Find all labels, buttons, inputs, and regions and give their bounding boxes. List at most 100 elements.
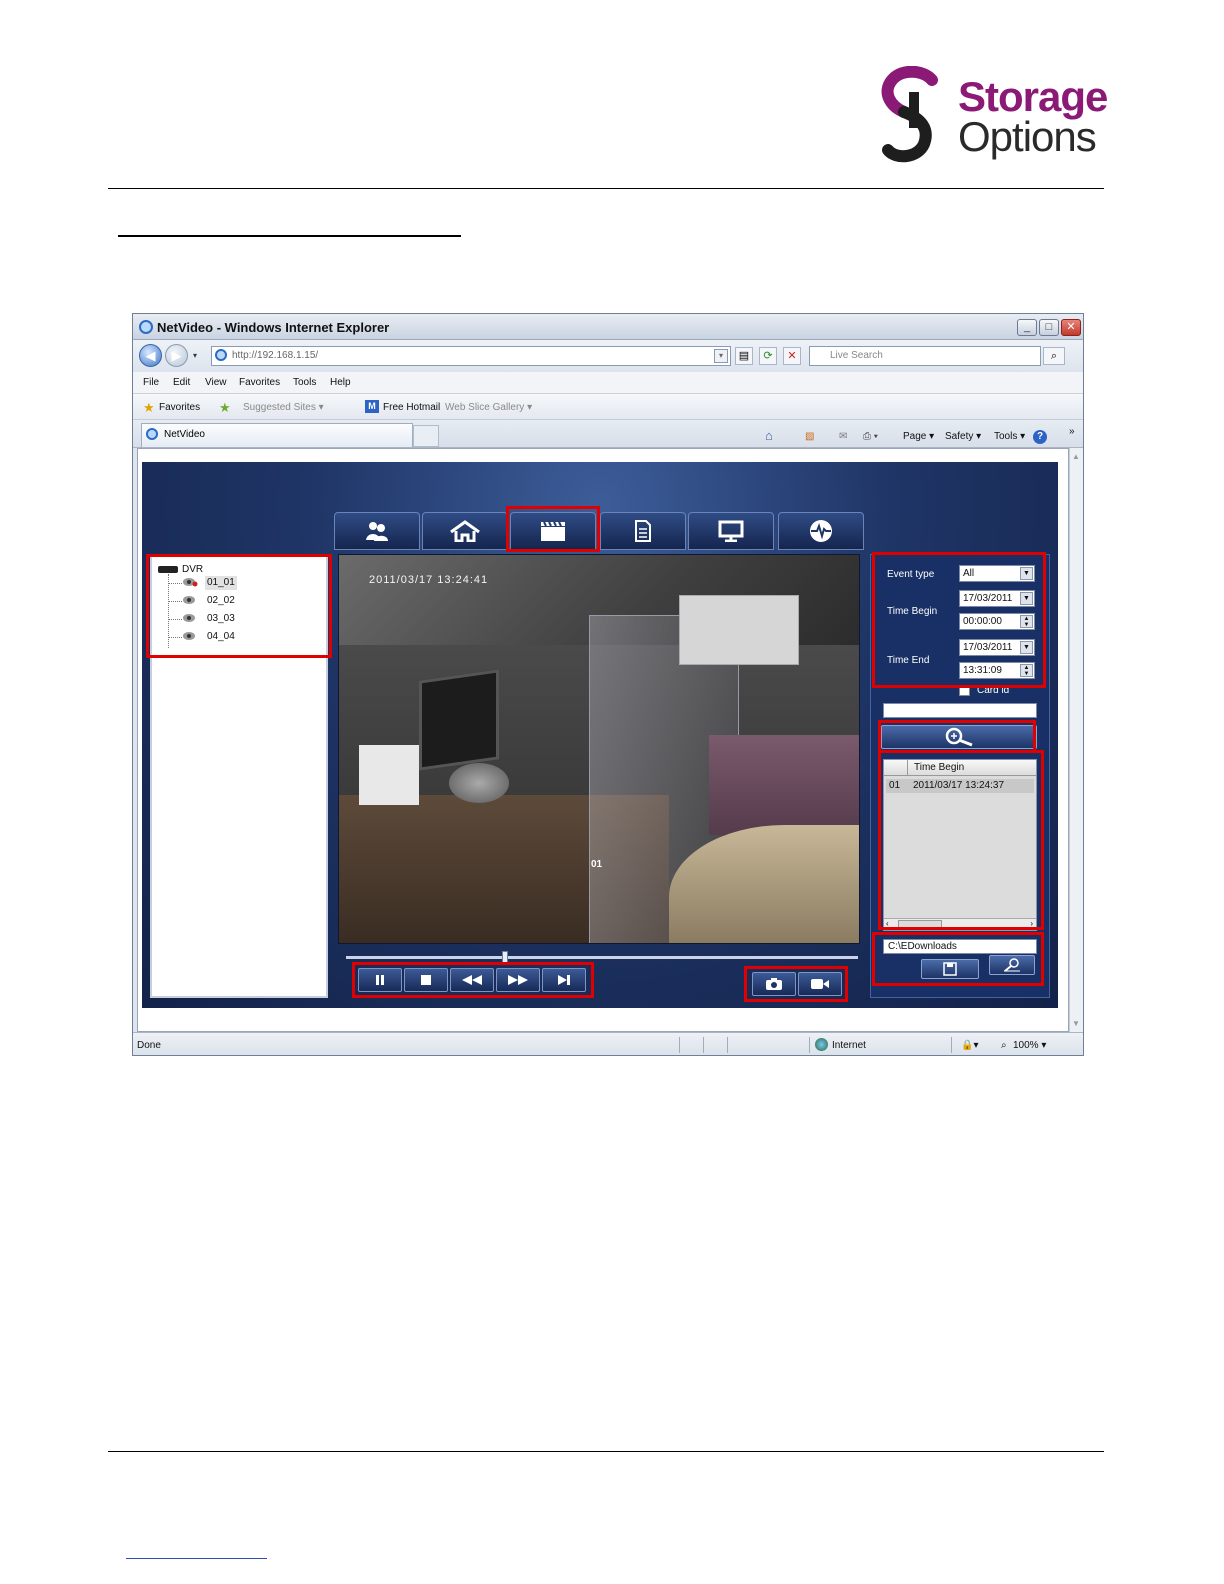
web-slice-gallery-label: Web Slice Gallery: [445, 402, 525, 413]
fav-web-slice-gallery[interactable]: Web Slice Gallery ▾: [445, 402, 532, 413]
users-icon: [366, 522, 388, 541]
snapshot-button[interactable]: [752, 972, 796, 996]
feeds-icon[interactable]: ▧: [805, 431, 814, 442]
tools-menu[interactable]: Tools ▾: [994, 431, 1025, 442]
free-hotmail-label: Free Hotmail: [383, 402, 441, 413]
favorites-button[interactable]: Favorites: [159, 402, 200, 413]
rewind-button[interactable]: [450, 968, 494, 992]
scroll-right-icon[interactable]: ›: [1030, 919, 1033, 928]
end-date-picker[interactable]: 17/03/2011 ▼: [959, 639, 1035, 656]
tab-netvideo[interactable]: NetVideo: [141, 423, 413, 447]
stop-button[interactable]: [404, 968, 448, 992]
stop-icon[interactable]: ✕: [783, 347, 801, 365]
minimize-button[interactable]: _: [1017, 319, 1037, 336]
search-field[interactable]: Live Search: [809, 346, 1041, 366]
begin-date-picker[interactable]: 17/03/2011 ▼: [959, 590, 1035, 607]
logo-word-storage: Storage: [958, 73, 1108, 120]
menu-tools[interactable]: Tools: [293, 377, 316, 388]
spinner-icon[interactable]: ▲ ▼: [1020, 664, 1033, 677]
tab-playback[interactable]: [510, 512, 596, 550]
pause-button[interactable]: [358, 968, 402, 992]
favorites-bar: ★ Favorites ★ Suggested Sites ▾ M Free H…: [133, 394, 1083, 420]
menu-favorites[interactable]: Favorites: [239, 377, 280, 388]
scroll-up-icon[interactable]: ▲: [1072, 452, 1080, 461]
safety-menu-label: Safety: [945, 431, 974, 442]
timeline-handle[interactable]: [501, 951, 508, 963]
fav-free-hotmail[interactable]: Free Hotmail: [365, 402, 440, 413]
status-divider: [727, 1037, 728, 1053]
back-icon[interactable]: ◀: [139, 344, 162, 367]
table-row[interactable]: 01 2011/03/17 13:24:37: [886, 779, 1034, 793]
tree-channel-04[interactable]: 04_04: [207, 630, 235, 644]
card-id-checkbox[interactable]: [959, 685, 970, 696]
page-content: DVR 01_01 02_02 03_03 04_04 2011/03/17 1…: [137, 448, 1069, 1032]
fast-forward-button[interactable]: [496, 968, 540, 992]
playback-timeline[interactable]: [346, 956, 858, 959]
tree-channel-02[interactable]: 02_02: [207, 594, 235, 608]
tree-channel-01[interactable]: 01_01: [205, 576, 237, 590]
end-time-field[interactable]: 13:31:09 ▲ ▼: [959, 662, 1035, 679]
home-icon[interactable]: ⌂: [765, 428, 773, 443]
recent-pages-icon[interactable]: ▾: [193, 351, 197, 360]
address-dropdown-icon[interactable]: ▾: [714, 349, 728, 363]
step-forward-button[interactable]: [542, 968, 586, 992]
scroll-left-icon[interactable]: ‹: [886, 919, 889, 928]
title-bar: NetVideo - Windows Internet Explorer _ □…: [133, 314, 1083, 340]
new-tab-button[interactable]: [413, 425, 439, 447]
tab-users[interactable]: [334, 512, 420, 550]
rewind-icon: [462, 975, 482, 985]
tab-monitor[interactable]: [688, 512, 774, 550]
results-scrollbar[interactable]: ‹ ›: [884, 918, 1036, 930]
zoom-level[interactable]: 100% ▾: [1013, 1040, 1046, 1051]
download-path-field[interactable]: C:\EDownloads: [883, 939, 1037, 954]
safety-menu[interactable]: Safety ▾: [945, 431, 981, 442]
menu-view[interactable]: View: [205, 377, 227, 388]
scroll-thumb[interactable]: [898, 920, 942, 929]
video-scene: [709, 735, 859, 835]
tab-home[interactable]: [422, 512, 508, 550]
print-icon[interactable]: ⎙ ▾: [863, 431, 878, 442]
camera-icon: [183, 614, 195, 622]
zoom-level-value: 100%: [1013, 1040, 1039, 1051]
help-icon[interactable]: ?: [1033, 430, 1047, 444]
browse-folder-button[interactable]: [989, 955, 1035, 975]
add-favorite-icon[interactable]: ★: [219, 400, 231, 416]
record-button[interactable]: [798, 972, 842, 996]
suggested-sites-label: Suggested Sites: [243, 402, 316, 413]
compat-view-icon[interactable]: ▤: [735, 347, 753, 365]
video-scene: [679, 595, 799, 665]
maximize-button[interactable]: □: [1039, 319, 1059, 336]
results-list[interactable]: Time Begin 01 2011/03/17 13:24:37 ‹ ›: [883, 759, 1037, 931]
forward-icon[interactable]: ▶: [165, 344, 188, 367]
fav-suggested-sites[interactable]: Suggested Sites ▾: [243, 402, 324, 413]
address-bar[interactable]: http://192.168.1.15/ ▾: [211, 346, 731, 366]
scroll-down-icon[interactable]: ▼: [1072, 1019, 1080, 1028]
tab-health[interactable]: [778, 512, 864, 550]
video-playback-view[interactable]: 2011/03/17 13:24:41 01: [338, 554, 860, 944]
tab-log[interactable]: [600, 512, 686, 550]
page-menu[interactable]: Page ▾: [903, 431, 934, 442]
save-button[interactable]: [921, 959, 979, 979]
menu-file[interactable]: File: [143, 377, 159, 388]
event-type-select[interactable]: All ▼: [959, 565, 1035, 582]
footer-link-underline[interactable]: [126, 1558, 267, 1559]
search-button[interactable]: [881, 725, 1037, 749]
menu-help[interactable]: Help: [330, 377, 351, 388]
tree-channel-03[interactable]: 03_03: [207, 612, 235, 626]
refresh-icon[interactable]: ⟳: [759, 347, 777, 365]
page-scrollbar[interactable]: ▲ ▼: [1069, 448, 1083, 1032]
menu-edit[interactable]: Edit: [173, 377, 190, 388]
results-column-time-begin[interactable]: Time Begin: [914, 762, 964, 773]
tree-root-dvr[interactable]: DVR: [182, 563, 203, 577]
close-button[interactable]: ✕: [1061, 319, 1081, 336]
search-icon[interactable]: ⌕: [1043, 347, 1065, 365]
tree-connector: [168, 637, 182, 638]
protected-mode-icon[interactable]: 🔒▾: [961, 1040, 978, 1051]
spinner-icon[interactable]: ▲ ▼: [1020, 615, 1033, 628]
netvideo-app: DVR 01_01 02_02 03_03 04_04 2011/03/17 1…: [142, 462, 1058, 1008]
security-zone: Internet: [832, 1040, 866, 1051]
card-id-input[interactable]: [883, 703, 1037, 718]
more-commands-icon[interactable]: »: [1069, 426, 1075, 437]
mail-icon[interactable]: ✉: [839, 431, 847, 442]
begin-time-field[interactable]: 00:00:00 ▲ ▼: [959, 613, 1035, 630]
